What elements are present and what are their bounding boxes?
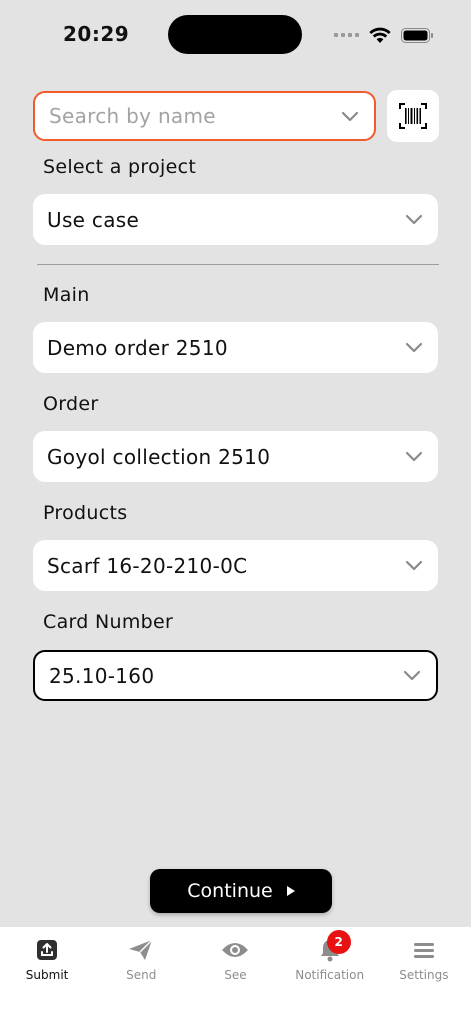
dynamic-island bbox=[168, 15, 302, 54]
search-dropdown[interactable]: Search by name bbox=[33, 91, 376, 141]
upload-icon bbox=[36, 937, 58, 963]
card-number-value: 25.10-160 bbox=[49, 663, 155, 688]
tab-submit[interactable]: Submit bbox=[0, 927, 94, 1024]
tab-see[interactable]: See bbox=[188, 927, 282, 1024]
tab-label: Send bbox=[126, 968, 157, 982]
main-select[interactable]: Demo order 2510 bbox=[33, 322, 438, 373]
cellular-signal-icon bbox=[334, 33, 359, 37]
tab-bar: Submit Send See 2 Notification Settings bbox=[0, 927, 471, 1024]
products-value: Scarf 16-20-210-0C bbox=[47, 553, 248, 578]
divider bbox=[37, 264, 439, 265]
eye-icon bbox=[221, 937, 249, 963]
main-value: Demo order 2510 bbox=[47, 335, 228, 360]
project-value: Use case bbox=[47, 207, 140, 232]
products-label: Products bbox=[43, 502, 128, 524]
wifi-icon bbox=[369, 27, 391, 43]
chevron-down-icon bbox=[404, 338, 424, 358]
tab-label: Submit bbox=[25, 968, 69, 982]
status-time: 20:29 bbox=[63, 22, 130, 46]
tab-label: Settings bbox=[399, 968, 449, 982]
barcode-icon bbox=[399, 103, 427, 129]
project-select[interactable]: Use case bbox=[33, 194, 438, 245]
search-placeholder: Search by name bbox=[49, 104, 216, 128]
tab-label: Notification bbox=[295, 968, 365, 982]
order-select[interactable]: Goyol collection 2510 bbox=[33, 431, 438, 482]
card-number-label: Card Number bbox=[43, 611, 174, 633]
order-label: Order bbox=[43, 393, 99, 415]
tab-settings[interactable]: Settings bbox=[377, 927, 471, 1024]
chevron-down-icon bbox=[404, 556, 424, 576]
play-arrow-icon bbox=[286, 886, 295, 896]
main-label: Main bbox=[43, 284, 90, 306]
chevron-down-icon bbox=[402, 666, 422, 686]
menu-icon bbox=[413, 937, 435, 963]
chevron-down-icon bbox=[404, 447, 424, 467]
paper-plane-icon bbox=[128, 937, 154, 963]
chevron-down-icon bbox=[404, 210, 424, 230]
battery-icon bbox=[401, 27, 433, 43]
tab-notification[interactable]: 2 Notification bbox=[283, 927, 377, 1024]
project-label: Select a project bbox=[43, 156, 197, 178]
tab-send[interactable]: Send bbox=[94, 927, 188, 1024]
continue-label: Continue bbox=[187, 880, 273, 902]
screen: 20:29 Search by name Select a project Us… bbox=[0, 0, 471, 1024]
chevron-down-icon bbox=[340, 106, 360, 126]
notification-badge: 2 bbox=[326, 930, 351, 954]
continue-button[interactable]: Continue bbox=[150, 869, 332, 913]
products-select[interactable]: Scarf 16-20-210-0C bbox=[33, 540, 438, 591]
tab-label: See bbox=[224, 968, 247, 982]
barcode-scan-button[interactable] bbox=[387, 90, 439, 142]
order-value: Goyol collection 2510 bbox=[47, 444, 271, 469]
card-number-select[interactable]: 25.10-160 bbox=[33, 650, 438, 701]
status-icons bbox=[334, 24, 434, 46]
